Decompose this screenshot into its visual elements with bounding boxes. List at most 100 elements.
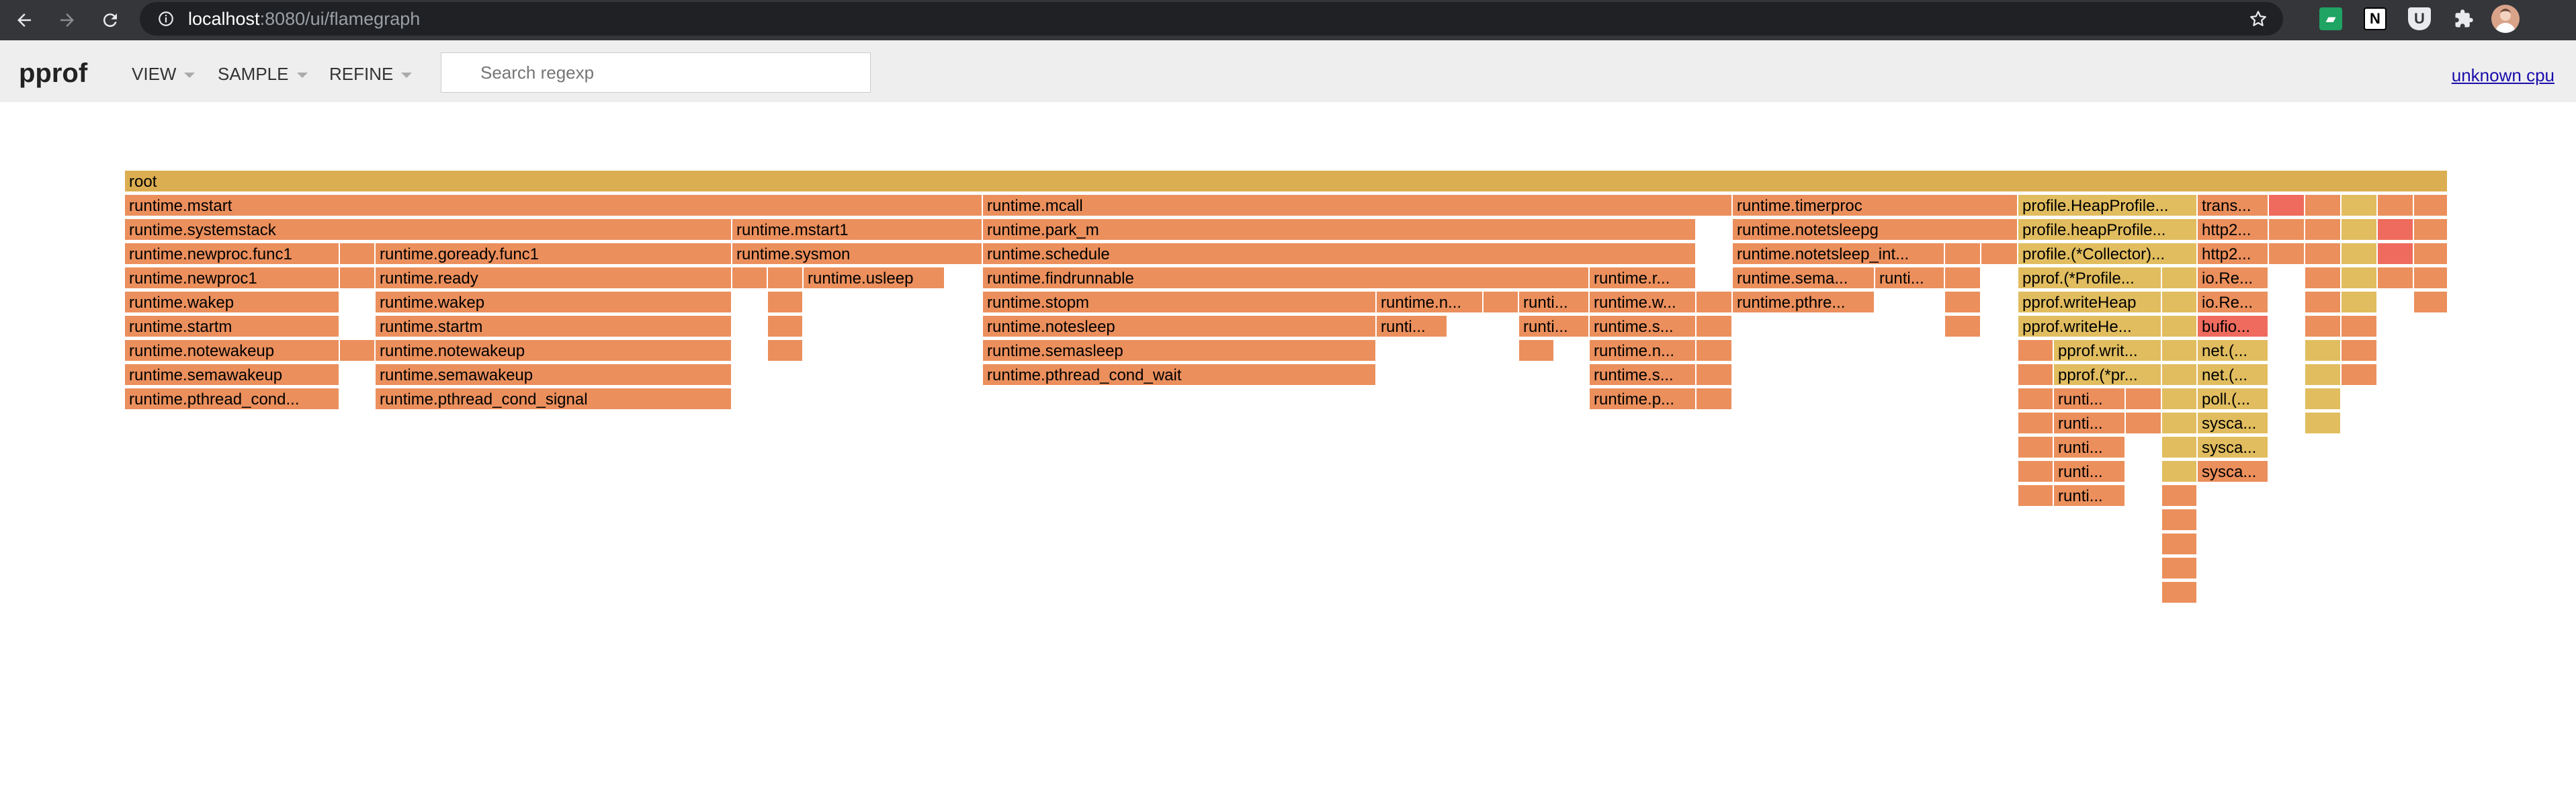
flame-frame[interactable] [2305,364,2342,386]
flame-frame[interactable] [2162,388,2198,411]
flame-frame[interactable]: runtime.systemstack [125,219,732,241]
flame-frame[interactable]: runtime.pthread_cond_wait [983,364,1377,386]
flame-frame[interactable] [2162,316,2198,338]
flame-frame[interactable]: runti... [2054,437,2126,459]
flame-frame[interactable] [1484,292,1519,314]
flame-frame[interactable]: runtime.notesleep [983,316,1377,338]
flame-frame[interactable]: runti... [1377,316,1448,338]
flame-frame[interactable]: runtime.p... [1590,388,1697,411]
flame-frame[interactable]: runtime.n... [1590,340,1697,362]
flame-frame[interactable]: runtime.startm [125,316,340,338]
flame-frame[interactable] [2342,243,2378,265]
flame-frame[interactable] [2342,340,2378,362]
flame-frame[interactable] [1945,243,1981,265]
flame-frame[interactable]: pprof.(*Profile... [2018,267,2162,290]
flame-frame[interactable] [1697,364,1733,386]
flame-frame[interactable]: runti... [2054,461,2126,483]
flame-frame[interactable]: runtime.mstart [125,195,983,217]
flame-frame[interactable]: runtime.r... [1590,267,1697,290]
flame-frame[interactable] [2414,195,2448,217]
flame-frame[interactable]: runtime.usleep [804,267,945,290]
flame-frame[interactable] [1697,340,1733,362]
flame-frame[interactable]: runtime.wakep [376,292,732,314]
flame-frame[interactable]: net.(... [2198,340,2269,362]
flame-frame[interactable] [1945,267,1981,290]
flame-frame[interactable]: runtime.mcall [983,195,1733,217]
flame-frame[interactable] [768,316,804,338]
flame-frame[interactable]: runtime.s... [1590,364,1697,386]
flame-frame[interactable]: runti... [1875,267,1945,290]
flame-frame[interactable]: runti... [1519,292,1590,314]
flame-frame[interactable] [2162,485,2198,507]
flame-frame[interactable]: runti... [1519,316,1590,338]
flame-frame[interactable] [2342,316,2378,338]
flame-frame[interactable] [2162,461,2198,483]
flame-frame[interactable]: runtime.notewakeup [376,340,732,362]
flame-frame[interactable]: runtime.ready [376,267,732,290]
flame-frame[interactable] [2414,219,2448,241]
flame-frame[interactable]: runtime.park_m [983,219,1697,241]
flame-frame[interactable] [2342,219,2378,241]
flame-frame[interactable]: root [125,171,2448,193]
flame-frame[interactable]: pprof.writ... [2054,340,2162,362]
flame-frame[interactable] [2305,316,2342,338]
flame-frame[interactable]: trans... [2198,195,2269,217]
flame-frame[interactable]: runtime.w... [1590,292,1697,314]
flame-frame[interactable]: runti... [2054,413,2126,435]
flame-frame[interactable]: io.Re... [2198,292,2269,314]
flame-frame[interactable]: sysca... [2198,437,2269,459]
flame-frame[interactable] [2378,219,2414,241]
flame-frame[interactable]: bufio... [2198,316,2269,338]
flame-frame[interactable]: pprof.writeHe... [2018,316,2162,338]
flame-frame[interactable]: runtime.pthre... [1733,292,1875,314]
flame-frame[interactable]: runtime.semawakeup [376,364,732,386]
flame-frame[interactable]: pprof.writeHeap [2018,292,2162,314]
flame-frame[interactable]: profile.heapProfile... [2018,219,2198,241]
flame-frame[interactable]: runti... [2054,388,2126,411]
flame-frame[interactable] [2342,267,2378,290]
flame-frame[interactable]: profile.HeapProfile... [2018,195,2198,217]
flame-frame[interactable] [2018,364,2054,386]
flame-frame[interactable] [2342,292,2378,314]
flame-frame[interactable]: http2... [2198,243,2269,265]
flame-frame[interactable]: pprof.(*pr... [2054,364,2162,386]
flame-frame[interactable] [2162,582,2198,604]
flame-frame[interactable] [1945,292,1981,314]
flame-frame[interactable]: http2... [2198,219,2269,241]
flame-frame[interactable] [2305,292,2342,314]
flame-frame[interactable] [2018,388,2054,411]
flame-frame[interactable]: runtime.findrunnable [983,267,1590,290]
flame-frame[interactable]: runtime.wakep [125,292,340,314]
flame-frame[interactable]: runtime.timerproc [1733,195,2018,217]
flame-frame[interactable]: net.(... [2198,364,2269,386]
flame-frame[interactable]: sysca... [2198,461,2269,483]
flame-frame[interactable] [2162,292,2198,314]
flame-frame[interactable] [2305,195,2342,217]
flame-frame[interactable] [2342,195,2378,217]
flame-frame[interactable] [2018,437,2054,459]
flame-frame[interactable] [2269,219,2305,241]
flame-frame[interactable]: runtime.semasleep [983,340,1377,362]
flame-frame[interactable] [2018,461,2054,483]
flame-frame[interactable] [2305,243,2342,265]
flame-frame[interactable] [2305,340,2342,362]
flame-frame[interactable] [1697,388,1733,411]
flame-frame[interactable]: runtime.notetsleep_int... [1733,243,1945,265]
flame-frame[interactable] [2269,195,2305,217]
flame-frame[interactable]: runtime.notetsleepg [1733,219,2018,241]
flame-frame[interactable]: io.Re... [2198,267,2269,290]
flame-frame[interactable] [1981,243,2018,265]
flame-frame[interactable] [768,267,804,290]
flame-frame[interactable] [340,340,376,362]
flame-frame[interactable]: poll.(... [2198,388,2269,411]
flame-frame[interactable] [2342,364,2378,386]
flame-frame[interactable] [2162,558,2198,580]
flame-frame[interactable]: runtime.notewakeup [125,340,340,362]
flame-frame[interactable] [2162,267,2198,290]
flame-frame[interactable] [2269,243,2305,265]
flame-frame[interactable]: runtime.n... [1377,292,1484,314]
flame-frame[interactable] [768,340,804,362]
flame-frame[interactable] [732,267,768,290]
flame-frame[interactable]: runtime.mstart1 [732,219,983,241]
flame-frame[interactable]: runtime.goready.func1 [376,243,732,265]
